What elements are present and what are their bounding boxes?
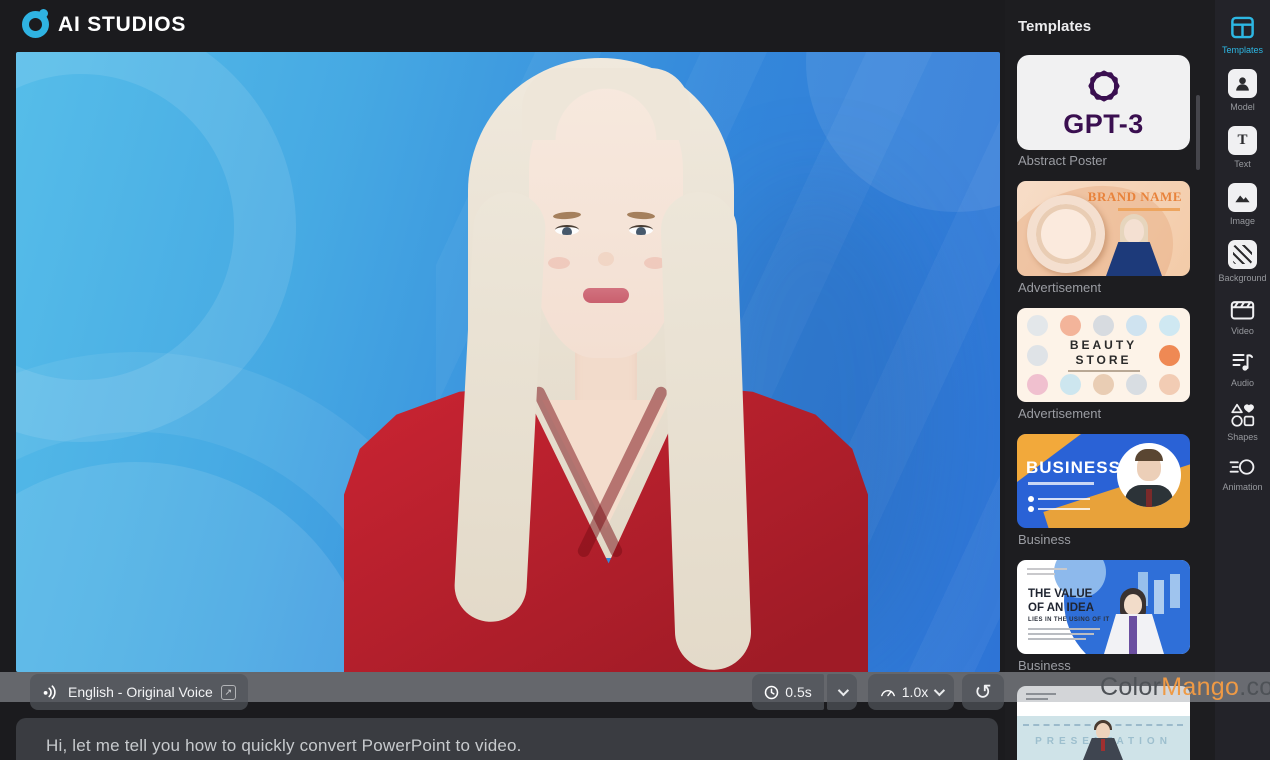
icon-row: BEAUTY STORE bbox=[1027, 338, 1180, 372]
ai-presenter-avatar[interactable] bbox=[16, 52, 1000, 672]
idea-card-subtitle: LIES IN THE USING OF IT bbox=[1028, 617, 1110, 623]
avatar-lips bbox=[583, 288, 629, 303]
shapes-icon bbox=[1230, 403, 1254, 427]
avatar-hair-fringe bbox=[605, 68, 690, 140]
toolbar-item-text[interactable]: T Text bbox=[1215, 126, 1270, 169]
template-label: Business bbox=[1018, 532, 1071, 547]
decor-line bbox=[1067, 370, 1140, 372]
pause-duration-value: 0.5s bbox=[785, 684, 812, 700]
toolbar-item-audio[interactable]: Audio bbox=[1215, 350, 1270, 388]
templates-panel: Templates GPT-3 Abstract Poster BRAND NA… bbox=[1005, 0, 1215, 760]
template-card-gpt3[interactable]: GPT-3 bbox=[1017, 55, 1190, 150]
toolbar-item-animation[interactable]: Animation bbox=[1215, 456, 1270, 492]
pause-duration-button[interactable]: 0.5s bbox=[752, 674, 824, 710]
voice-selector-button[interactable]: English - Original Voice ↗ bbox=[30, 674, 248, 710]
contact-line bbox=[1028, 496, 1090, 502]
chevron-down-icon bbox=[933, 684, 946, 697]
toolbar-item-model[interactable]: Model bbox=[1215, 69, 1270, 112]
beauty-store-title: BEAUTY STORE bbox=[1067, 338, 1140, 372]
decor-line bbox=[1118, 208, 1180, 211]
reset-icon: ↺ bbox=[974, 680, 992, 704]
decor-line bbox=[1028, 482, 1094, 485]
avatar-hair-fringe bbox=[522, 68, 607, 140]
presenter-thumbnail bbox=[1081, 720, 1125, 760]
watermark: ColorMango.com bbox=[1100, 672, 1270, 702]
background-icon bbox=[1228, 240, 1257, 269]
decor-text-lines bbox=[1028, 628, 1100, 643]
model-icon bbox=[1228, 69, 1257, 98]
toolbar-item-video[interactable]: Video bbox=[1215, 297, 1270, 336]
chevron-down-icon bbox=[837, 684, 850, 697]
template-card-business-1[interactable]: BUSINESS bbox=[1017, 434, 1190, 528]
speed-value: 1.0x bbox=[901, 684, 929, 700]
logo-text: AI STUDIOS bbox=[58, 12, 187, 36]
external-link-icon: ↗ bbox=[220, 684, 236, 700]
editor-toolbar: Templates Model T Text Image Background … bbox=[1215, 0, 1270, 760]
template-label: Advertisement bbox=[1018, 406, 1102, 421]
clock-icon bbox=[765, 685, 779, 699]
watermark-text: .com bbox=[1239, 672, 1270, 701]
watermark-text: Color bbox=[1100, 672, 1162, 701]
business-card-title: BUSINESS bbox=[1026, 458, 1121, 477]
avatar-eye bbox=[629, 225, 653, 235]
template-label: Abstract Poster bbox=[1018, 153, 1107, 168]
logo-ring-icon bbox=[22, 9, 49, 38]
template-card-business-2[interactable]: THE VALUE OF AN IDEA LIES IN THE USING OF… bbox=[1017, 560, 1190, 654]
toolbar-item-shapes[interactable]: Shapes bbox=[1215, 402, 1270, 442]
template-card-advertisement-1[interactable]: BRAND NAME bbox=[1017, 181, 1190, 276]
toolbar-item-templates[interactable]: Templates bbox=[1215, 14, 1270, 55]
openai-logo-icon bbox=[1087, 70, 1120, 102]
presenter-thumbnail bbox=[1104, 214, 1164, 276]
app-logo: AI STUDIOS bbox=[22, 9, 187, 38]
decor-buildings bbox=[1170, 574, 1180, 608]
speedometer-icon bbox=[880, 690, 895, 697]
script-text: Hi, let me tell you how to quickly conve… bbox=[46, 736, 522, 755]
toolbar-item-background[interactable]: Background bbox=[1215, 240, 1270, 283]
app-window: AI STUDIOS English - Original Voice ↗ 0.… bbox=[0, 0, 1270, 760]
panel-scrollbar[interactable] bbox=[1196, 95, 1200, 170]
icon-row bbox=[1027, 315, 1180, 336]
toolbar-item-image[interactable]: Image bbox=[1215, 183, 1270, 226]
avatar-nose bbox=[598, 252, 614, 266]
template-label: Advertisement bbox=[1018, 280, 1102, 295]
icon-row bbox=[1027, 374, 1180, 395]
panel-title: Templates bbox=[1018, 18, 1092, 35]
contact-line bbox=[1028, 506, 1090, 512]
presenter-thumbnail bbox=[1102, 588, 1166, 654]
decor-text-lines bbox=[1026, 693, 1060, 703]
avatar-eye bbox=[555, 225, 579, 235]
text-icon: T bbox=[1228, 126, 1257, 155]
video-preview-canvas[interactable] bbox=[16, 52, 1000, 672]
speed-button[interactable]: 1.0x bbox=[868, 674, 954, 710]
template-label: Business bbox=[1018, 658, 1071, 673]
avatar-blush bbox=[548, 257, 570, 269]
reset-button[interactable]: ↺ bbox=[962, 674, 1004, 710]
templates-icon bbox=[1231, 16, 1254, 39]
decor-text-lines bbox=[1027, 568, 1067, 578]
gpt3-card-title: GPT-3 bbox=[1063, 109, 1144, 139]
template-card-advertisement-2[interactable]: BEAUTY STORE bbox=[1017, 308, 1190, 402]
voice-icon bbox=[43, 685, 56, 700]
voice-label: English - Original Voice bbox=[68, 684, 213, 700]
audio-icon bbox=[1232, 354, 1253, 371]
video-icon bbox=[1230, 301, 1255, 320]
watermark-text: Mango bbox=[1161, 672, 1240, 701]
avatar-hair-strand bbox=[659, 190, 753, 672]
script-textbox[interactable]: Hi, let me tell you how to quickly conve… bbox=[16, 718, 998, 760]
presenter-photo bbox=[1117, 443, 1181, 507]
animation-icon bbox=[1229, 459, 1255, 475]
image-icon bbox=[1228, 183, 1257, 212]
brand-name-text: BRAND NAME bbox=[1087, 189, 1182, 204]
pause-duration-dropdown[interactable] bbox=[827, 674, 857, 710]
idea-card-title: THE VALUE OF AN IDEA bbox=[1028, 588, 1095, 614]
